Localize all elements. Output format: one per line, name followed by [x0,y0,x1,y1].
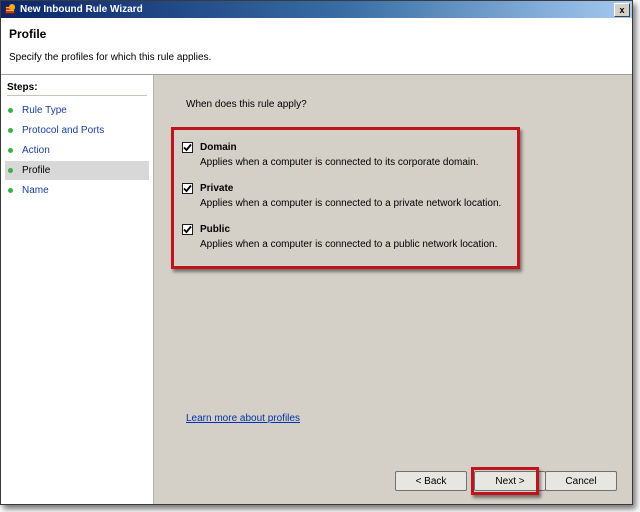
option-public: Public Applies when a computer is connec… [182,224,502,250]
domain-description: Applies when a computer is connected to … [200,157,479,168]
step-bullet-icon [8,148,13,153]
page-title: Profile [9,27,47,41]
step-label: Profile [22,165,51,176]
domain-label[interactable]: Domain [200,142,237,153]
private-checkbox[interactable] [182,183,193,194]
learn-more-link[interactable]: Learn more about profiles [186,413,300,424]
public-label[interactable]: Public [200,224,230,235]
step-bullet-icon [8,128,13,133]
option-domain: Domain Applies when a computer is connec… [182,142,502,168]
checkmark-icon [183,184,192,193]
back-button[interactable]: < Back [395,471,467,491]
wizard-window: New Inbound Rule Wizard x Profile Specif… [0,0,633,505]
wizard-header: Profile Specify the profiles for which t… [1,18,632,75]
page-subtitle: Specify the profiles for which this rule… [9,52,212,63]
step-label: Name [22,185,49,196]
checkmark-icon [183,225,192,234]
steps-heading: Steps: [7,82,146,96]
step-name[interactable]: Name [5,181,149,200]
private-description: Applies when a computer is connected to … [200,198,502,209]
step-bullet-icon [8,188,13,193]
step-bullet-icon [8,108,13,113]
firewall-icon [4,3,16,16]
steps-panel: Steps: Rule Type Protocol and Ports Acti… [1,75,154,504]
private-label[interactable]: Private [200,183,233,194]
title-bar[interactable]: New Inbound Rule Wizard x [1,1,632,18]
close-button[interactable]: x [614,2,630,17]
checkmark-icon [183,143,192,152]
step-label: Action [22,145,50,156]
step-rule-type[interactable]: Rule Type [5,101,149,120]
public-checkbox[interactable] [182,224,193,235]
option-private: Private Applies when a computer is conne… [182,183,502,209]
cancel-button[interactable]: Cancel [545,471,617,491]
rule-question: When does this rule apply? [186,99,307,110]
next-button[interactable]: Next > [474,471,546,491]
public-description: Applies when a computer is connected to … [200,239,498,250]
step-label: Protocol and Ports [22,125,105,136]
domain-checkbox[interactable] [182,142,193,153]
step-action[interactable]: Action [5,141,149,160]
step-label: Rule Type [22,105,67,116]
step-protocol-and-ports[interactable]: Protocol and Ports [5,121,149,140]
content-panel: When does this rule apply? Domain Applie… [154,75,632,504]
window-title: New Inbound Rule Wizard [20,4,143,15]
step-bullet-icon [8,168,13,173]
step-profile[interactable]: Profile [5,161,149,180]
